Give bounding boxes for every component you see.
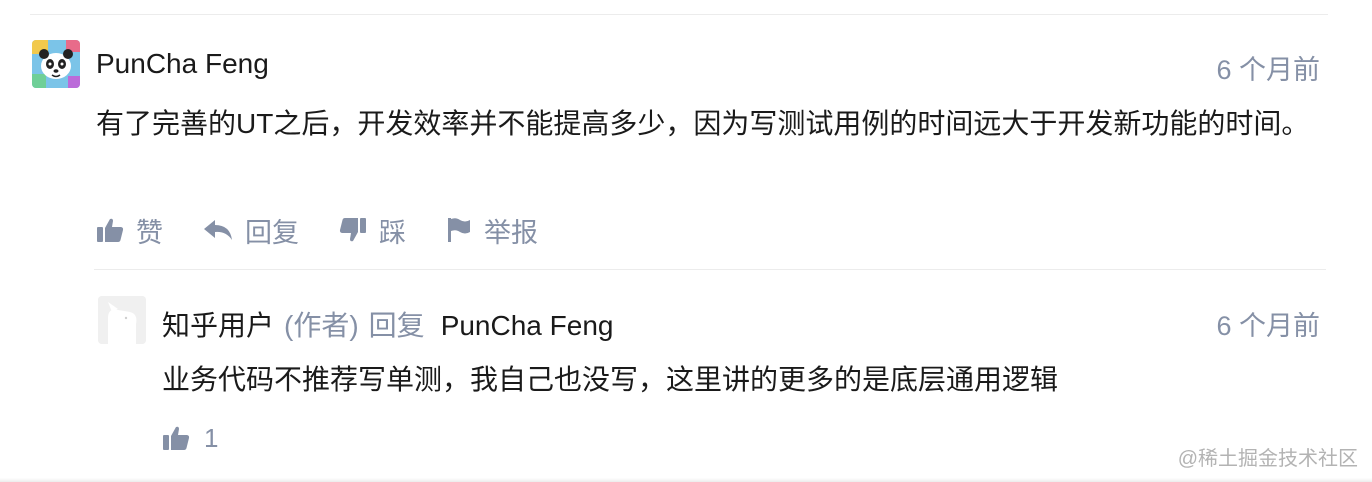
reply-label: 回复 [245,217,299,248]
dislike-button[interactable]: 踩 [339,211,406,250]
author-role-tag: (作者) [284,310,359,341]
bottom-edge [0,478,1372,482]
watermark: @稀土掘金技术社区 [1177,448,1358,470]
top-divider [30,14,1328,15]
dislike-label: 踩 [379,217,406,248]
reply-avatar[interactable] [98,296,146,344]
default-avatar-icon [98,296,146,344]
reply-verb: 回复 [368,310,425,341]
reply-time: 6 个月前 [1216,311,1320,341]
reply-target-user[interactable]: PunCha Feng [441,310,614,342]
reply-like-button[interactable]: 1 [162,418,218,458]
comment-body: 有了完善的UT之后，开发效率并不能提高多少，因为写测试用例的时间远大于开发新功能… [96,108,1310,139]
reply-header: 知乎用户 (作者) 回复 PunCha Feng [162,304,613,344]
reply-body: 业务代码不推荐写单测，我自己也没写，这里讲的更多的是底层通用逻辑 [162,364,1059,395]
reply-divider [94,269,1326,270]
reply-author[interactable]: 知乎用户 [162,304,274,344]
thumbs-up-icon [97,218,124,242]
reply-button[interactable]: 回复 [203,211,299,250]
avatar[interactable] [32,40,80,88]
report-button[interactable]: 举报 [446,211,538,250]
comment-thread: PunCha Feng 6 个月前 有了完善的UT之后，开发效率并不能提高多少，… [0,0,1372,482]
comment-time: 6 个月前 [1216,55,1320,85]
flag-icon [448,218,470,242]
like-label: 赞 [136,217,163,248]
thumbs-down-icon [339,218,366,242]
reply-like-count: 1 [204,422,219,453]
comment-author[interactable]: PunCha Feng [96,48,269,80]
thumbs-up-icon [163,426,190,450]
panda-avatar-icon [32,40,80,88]
comment-actions: 赞 回复 踩 举报 [96,210,578,250]
reply-arrow-icon [204,220,232,240]
report-label: 举报 [484,217,538,248]
like-button[interactable]: 赞 [96,211,163,250]
